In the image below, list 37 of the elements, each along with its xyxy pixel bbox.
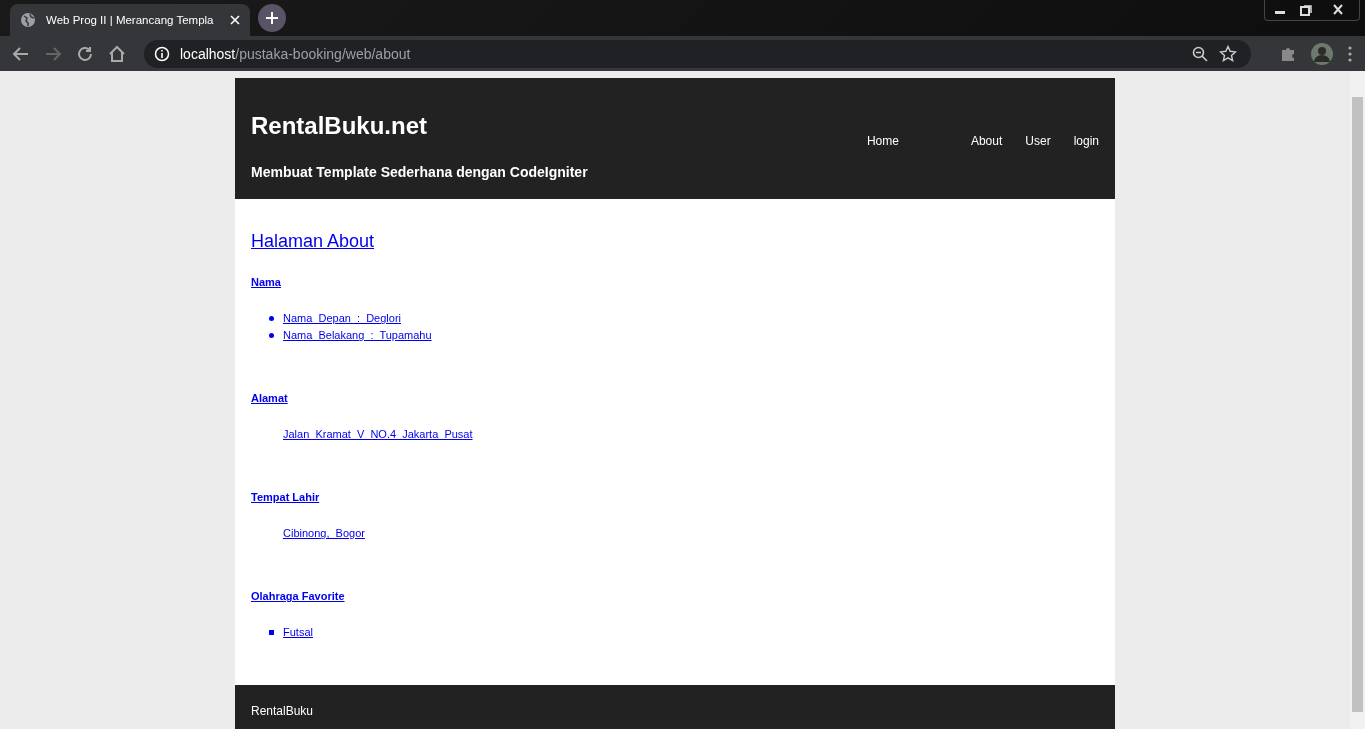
close-icon[interactable] (230, 15, 240, 25)
avatar-icon[interactable] (1311, 42, 1333, 65)
menu-icon[interactable] (1347, 44, 1353, 63)
section-heading-link[interactable]: Nama (251, 275, 281, 288)
section-heading-link[interactable]: Tempat Lahir (251, 490, 320, 503)
nav-link[interactable]: Home (866, 134, 899, 199)
detail-link[interactable]: Jalan Kramat V NO.4 Jakarta Pusat (283, 428, 473, 441)
detail-link[interactable]: Cibinong, Bogor (283, 527, 365, 540)
page-title-link[interactable]: Halaman About (251, 230, 375, 252)
reload-icon[interactable] (76, 44, 94, 63)
bullet-icon (269, 315, 274, 321)
site-brand: RentalBuku.net (251, 112, 428, 140)
site-tagline: Membuat Template Sederhana dengan CodeIgniter (251, 164, 588, 180)
new-tab-button[interactable] (258, 4, 286, 32)
nav-link[interactable]: User (1025, 134, 1051, 199)
nav-link[interactable]: About (970, 134, 1003, 199)
scrollbar[interactable] (1350, 71, 1365, 729)
address-bar[interactable]: localhost/pustaka-booking/web/about (144, 39, 1251, 68)
zoom-out-icon[interactable] (1191, 44, 1209, 63)
bullet-icon (269, 629, 274, 635)
back-arrow-icon[interactable] (12, 44, 30, 63)
info-icon (154, 45, 170, 62)
detail-link[interactable]: Futsal (283, 626, 313, 639)
section-heading-link[interactable]: Alamat (251, 391, 288, 404)
tab-title: Web Prog II | Merancang Templa (46, 14, 215, 26)
home-icon[interactable] (108, 44, 126, 63)
star-icon[interactable] (1219, 44, 1237, 63)
footer-text: RentalBuku (251, 703, 314, 718)
section-heading-link[interactable]: Olahraga Favorite (251, 589, 345, 602)
detail-link[interactable]: Nama Belakang : Tupamahu (283, 329, 432, 342)
scrollbar-thumb[interactable] (1352, 97, 1363, 712)
browser-tab[interactable]: Web Prog II | Merancang Templa (10, 4, 250, 36)
nav-link[interactable]: login (1073, 134, 1099, 199)
detail-link[interactable]: Nama Depan : Deglori (283, 312, 401, 325)
globe-icon (20, 12, 36, 28)
url-text: localhost/pustaka-booking/web/about (180, 45, 411, 62)
bullet-icon (269, 332, 274, 338)
